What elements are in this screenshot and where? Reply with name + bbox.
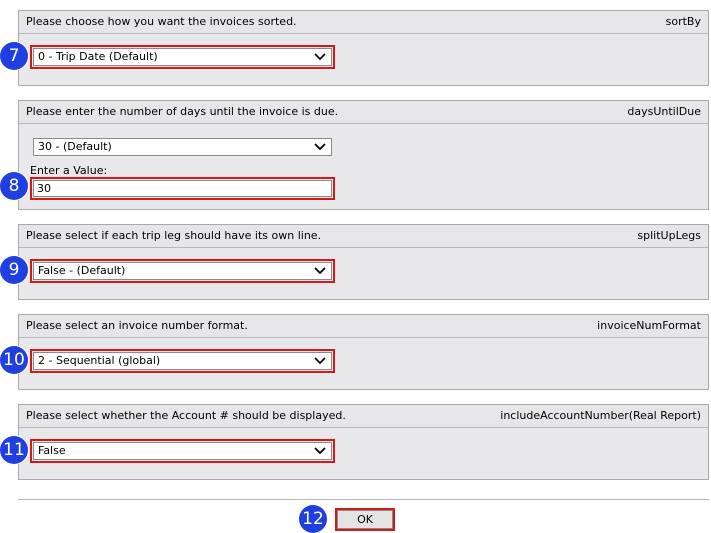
panel-prompt: Please enter the number of days until th… [26, 105, 339, 118]
step-badge-11: 11 [0, 436, 28, 464]
select-value: 2 - Sequential (global) [38, 354, 161, 367]
includeaccountnumber-select[interactable]: False [30, 439, 335, 463]
select-value: False [38, 444, 66, 457]
panel-param-name: invoiceNumFormat [597, 319, 701, 332]
daysuntildue-select[interactable]: 30 - (Default) [33, 138, 332, 156]
step-badge-7: 7 [0, 42, 28, 70]
splituplegs-select[interactable]: False - (Default) [30, 259, 335, 283]
panel-header: Please enter the number of days until th… [19, 101, 708, 124]
step-badge-12: 12 [299, 505, 327, 533]
panel-header: Please select an invoice number format. … [19, 315, 708, 338]
step-badge-8: 8 [0, 172, 28, 200]
chevron-down-icon [314, 267, 326, 275]
invoicenumformat-panel: Please select an invoice number format. … [18, 314, 709, 390]
panel-header: Please choose how you want the invoices … [19, 11, 708, 34]
panel-prompt: Please choose how you want the invoices … [26, 15, 297, 28]
panel-param-name: sortBy [665, 15, 701, 28]
sortby-select[interactable]: 0 - Trip Date (Default) [30, 45, 335, 69]
footer-divider [18, 499, 709, 500]
invoicenumformat-select[interactable]: 2 - Sequential (global) [30, 349, 335, 373]
select-value: 0 - Trip Date (Default) [38, 50, 158, 63]
chevron-down-icon [314, 357, 326, 365]
panel-prompt: Please select if each trip leg should ha… [26, 229, 322, 242]
panel-prompt: Please select an invoice number format. [26, 319, 248, 332]
panel-param-name: includeAccountNumber(Real Report) [500, 409, 701, 422]
step-badge-9: 9 [0, 256, 28, 284]
panel-param-name: daysUntilDue [627, 105, 701, 118]
panel-header: Please select if each trip leg should ha… [19, 225, 708, 248]
chevron-down-icon [314, 447, 326, 455]
step-badge-10: 10 [0, 346, 28, 374]
chevron-down-icon [314, 143, 326, 151]
splituplegs-panel: Please select if each trip leg should ha… [18, 224, 709, 300]
includeaccountnumber-panel: Please select whether the Account # shou… [18, 404, 709, 480]
input-value: 30 [37, 182, 51, 195]
panel-prompt: Please select whether the Account # shou… [26, 409, 346, 422]
panel-header: Please select whether the Account # shou… [19, 405, 708, 428]
select-value: False - (Default) [38, 264, 126, 277]
sortby-panel: Please choose how you want the invoices … [18, 10, 709, 86]
ok-button[interactable]: OK [335, 508, 395, 531]
enter-value-label: Enter a Value: [30, 164, 108, 177]
select-value: 30 - (Default) [38, 140, 112, 153]
panel-param-name: splitUpLegs [637, 229, 701, 242]
chevron-down-icon [314, 53, 326, 61]
daysuntildue-panel: Please enter the number of days until th… [18, 100, 709, 210]
days-value-input[interactable]: 30 [30, 177, 335, 200]
